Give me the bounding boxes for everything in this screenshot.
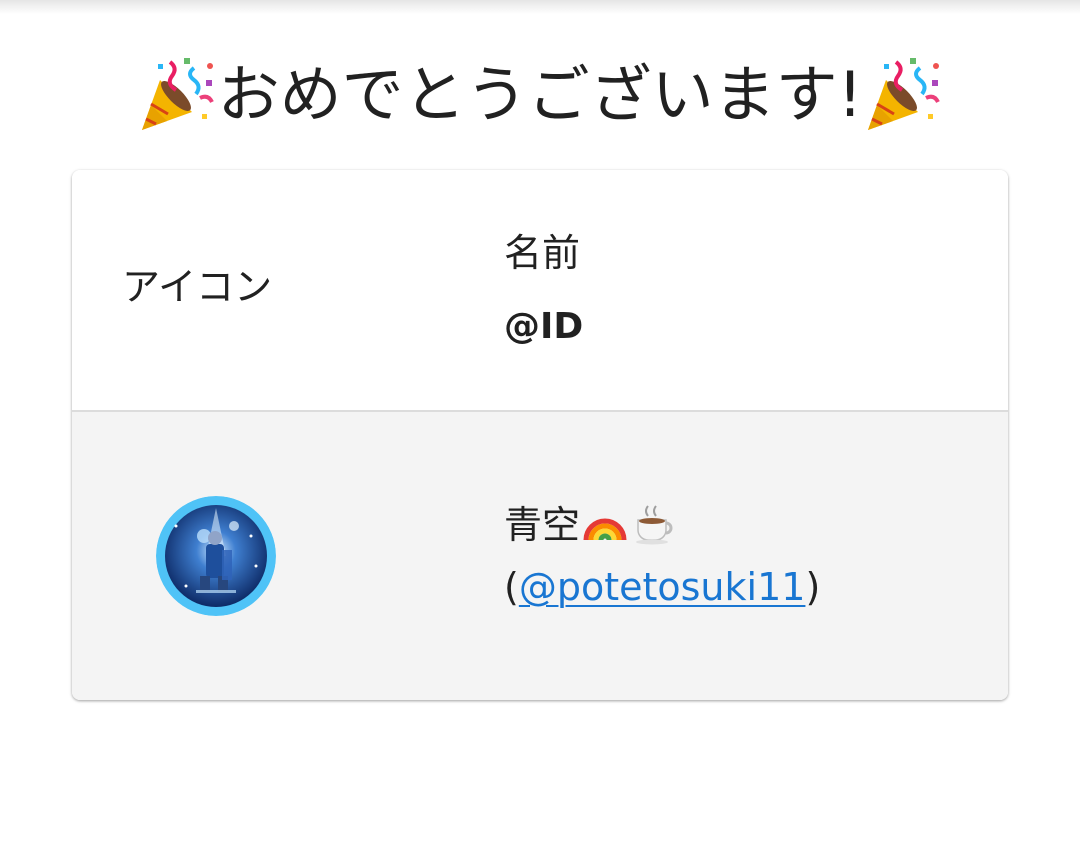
- rainbow-icon: [582, 500, 628, 546]
- app-bar-shadow: [0, 0, 1080, 14]
- winners-table: アイコン 名前 @ID 青空 (@potetosuki11): [72, 170, 1008, 700]
- table-header: アイコン 名前 @ID: [72, 170, 1008, 412]
- page-title: おめでとうございます!: [217, 58, 863, 131]
- avatar[interactable]: [156, 496, 276, 616]
- column-header-id: @ID: [504, 306, 584, 347]
- column-header-icon: アイコン: [122, 265, 273, 309]
- congratulations-heading: おめでとうございます!: [0, 50, 1080, 140]
- hot-beverage-icon: [630, 500, 676, 546]
- user-name: 青空: [504, 500, 676, 550]
- column-header-name: 名前: [504, 231, 581, 275]
- user-id: (@potetosuki11): [504, 562, 820, 612]
- user-id-link[interactable]: @potetosuki11: [519, 565, 806, 609]
- user-id-open-paren: (: [504, 565, 519, 609]
- user-id-close-paren: ): [805, 565, 821, 609]
- party-popper-icon: [862, 54, 944, 136]
- user-name-text: 青空: [504, 503, 581, 547]
- party-popper-icon: [136, 54, 218, 136]
- table-row: 青空 (@potetosuki11): [72, 412, 1008, 700]
